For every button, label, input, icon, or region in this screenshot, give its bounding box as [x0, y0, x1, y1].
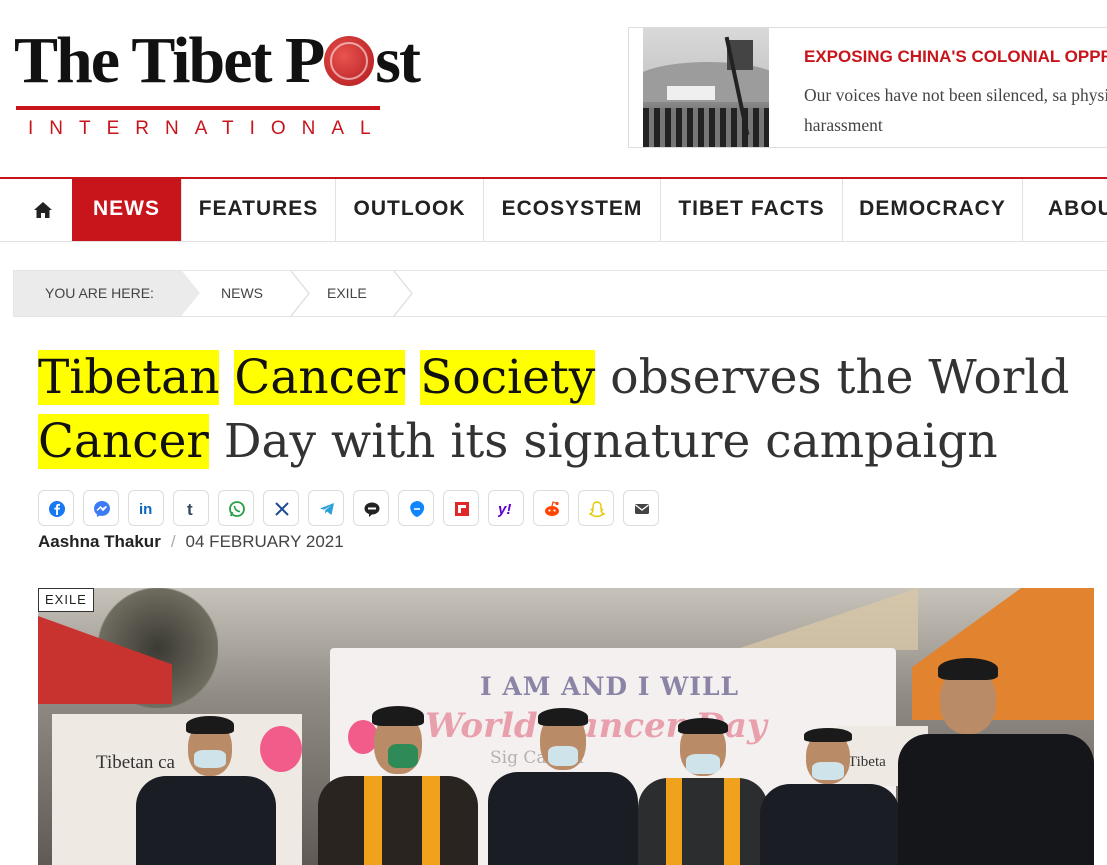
- share-whatsapp-button[interactable]: [218, 490, 254, 526]
- logo-subtitle: INTERNATIONAL: [28, 118, 387, 139]
- chevron-right-icon: [290, 271, 310, 316]
- facebook-icon: [49, 501, 65, 517]
- nav-item-tibet-facts[interactable]: TIBET FACTS: [660, 179, 842, 241]
- telegram-icon: [320, 503, 334, 515]
- author-name[interactable]: Aashna Thakur: [38, 532, 161, 551]
- line-icon: [364, 502, 380, 517]
- chevron-right-icon: [393, 271, 413, 316]
- article-byline: Aashna Thakur / 04 FEBRUARY 2021: [38, 532, 344, 552]
- snapchat-icon: [588, 501, 606, 518]
- highlighted-term: Tibetan: [38, 350, 220, 405]
- person: [136, 716, 276, 865]
- banner-photo: [643, 28, 769, 147]
- headline-text: observes the World: [610, 350, 1070, 405]
- banner-title[interactable]: EXPOSING CHINA'S COLONIAL OPPRES: [804, 47, 1107, 67]
- publish-date: 04 FEBRUARY 2021: [185, 532, 344, 551]
- breadcrumb: YOU ARE HERE: NEWS EXILE: [13, 270, 1107, 317]
- top-banner[interactable]: EXPOSING CHINA'S COLONIAL OPPRES Our voi…: [628, 27, 1107, 148]
- nav-item-outlook[interactable]: OUTLOOK: [335, 179, 483, 241]
- nav-item-democracy[interactable]: DEMOCRACY: [842, 179, 1022, 241]
- article-headline: Tibetan Cancer Society observes the Worl…: [38, 346, 1098, 474]
- highlighted-term: Society: [420, 350, 596, 405]
- svg-text:t: t: [187, 500, 193, 518]
- nav-item-features[interactable]: FEATURES: [181, 179, 335, 241]
- nav-item-about[interactable]: ABOUT: [1022, 179, 1107, 241]
- person: [318, 706, 478, 865]
- share-line-button[interactable]: [353, 490, 389, 526]
- x-icon: [275, 502, 289, 516]
- nav-item-news[interactable]: NEWS: [72, 179, 181, 241]
- share-reddit-button[interactable]: [533, 490, 569, 526]
- reddit-icon: [545, 501, 559, 516]
- svg-text:in: in: [139, 501, 152, 518]
- globe-icon: [324, 36, 375, 86]
- share-facebook-button[interactable]: [38, 490, 74, 526]
- person: [760, 728, 900, 865]
- home-icon: [34, 202, 52, 218]
- share-flipboard-button[interactable]: [443, 490, 479, 526]
- linkedin-icon: in: [139, 501, 152, 518]
- bluesky-icon: [410, 501, 425, 517]
- nav-item-ecosystem[interactable]: ECOSYSTEM: [483, 179, 660, 241]
- share-x-button[interactable]: [263, 490, 299, 526]
- highlighted-term: Cancer: [38, 414, 209, 469]
- svg-text:y!: y!: [498, 501, 511, 518]
- email-icon: [635, 504, 649, 514]
- person: [638, 718, 768, 865]
- messenger-icon: [94, 501, 110, 517]
- event-banner-title: I AM AND I WILL: [480, 672, 740, 701]
- logo-rule: [16, 106, 380, 110]
- share-telegram-button[interactable]: [308, 490, 344, 526]
- whatsapp-icon: [229, 501, 245, 517]
- share-messenger-button[interactable]: [83, 490, 119, 526]
- breadcrumb-lead: YOU ARE HERE:: [45, 285, 154, 301]
- main-nav: NEWS FEATURES OUTLOOK ECOSYSTEM TIBET FA…: [0, 177, 1107, 242]
- tumblr-icon: t: [187, 500, 193, 518]
- person: [488, 708, 638, 865]
- share-email-button[interactable]: [623, 490, 659, 526]
- breadcrumb-item-exile[interactable]: EXILE: [327, 271, 367, 316]
- highlighted-term: Cancer: [234, 350, 406, 405]
- person: [888, 658, 1094, 865]
- logo-title-part: The Tibet P: [14, 24, 325, 97]
- share-linkedin-button[interactable]: in: [128, 490, 164, 526]
- logo-title-part: st: [375, 24, 421, 97]
- category-badge[interactable]: EXILE: [38, 588, 94, 612]
- share-yahoo-button[interactable]: y!: [488, 490, 524, 526]
- byline-separator: /: [170, 532, 176, 551]
- share-tumblr-button[interactable]: t: [173, 490, 209, 526]
- share-bluesky-button[interactable]: [398, 490, 434, 526]
- share-snapchat-button[interactable]: [578, 490, 614, 526]
- breadcrumb-item-news[interactable]: NEWS: [221, 271, 263, 316]
- site-logo[interactable]: The Tibet P st INTERNATIONAL: [14, 18, 421, 148]
- flipboard-icon: [455, 502, 469, 516]
- banner-text: Our voices have not been silenced, sa ph…: [804, 85, 1107, 135]
- yahoo-icon: y!: [498, 501, 511, 518]
- nav-home[interactable]: [0, 179, 72, 241]
- featured-image: I AM AND I WILL World Cancer Day Sig Cam…: [38, 588, 1094, 865]
- headline-text: Day with its signature campaign: [223, 414, 998, 469]
